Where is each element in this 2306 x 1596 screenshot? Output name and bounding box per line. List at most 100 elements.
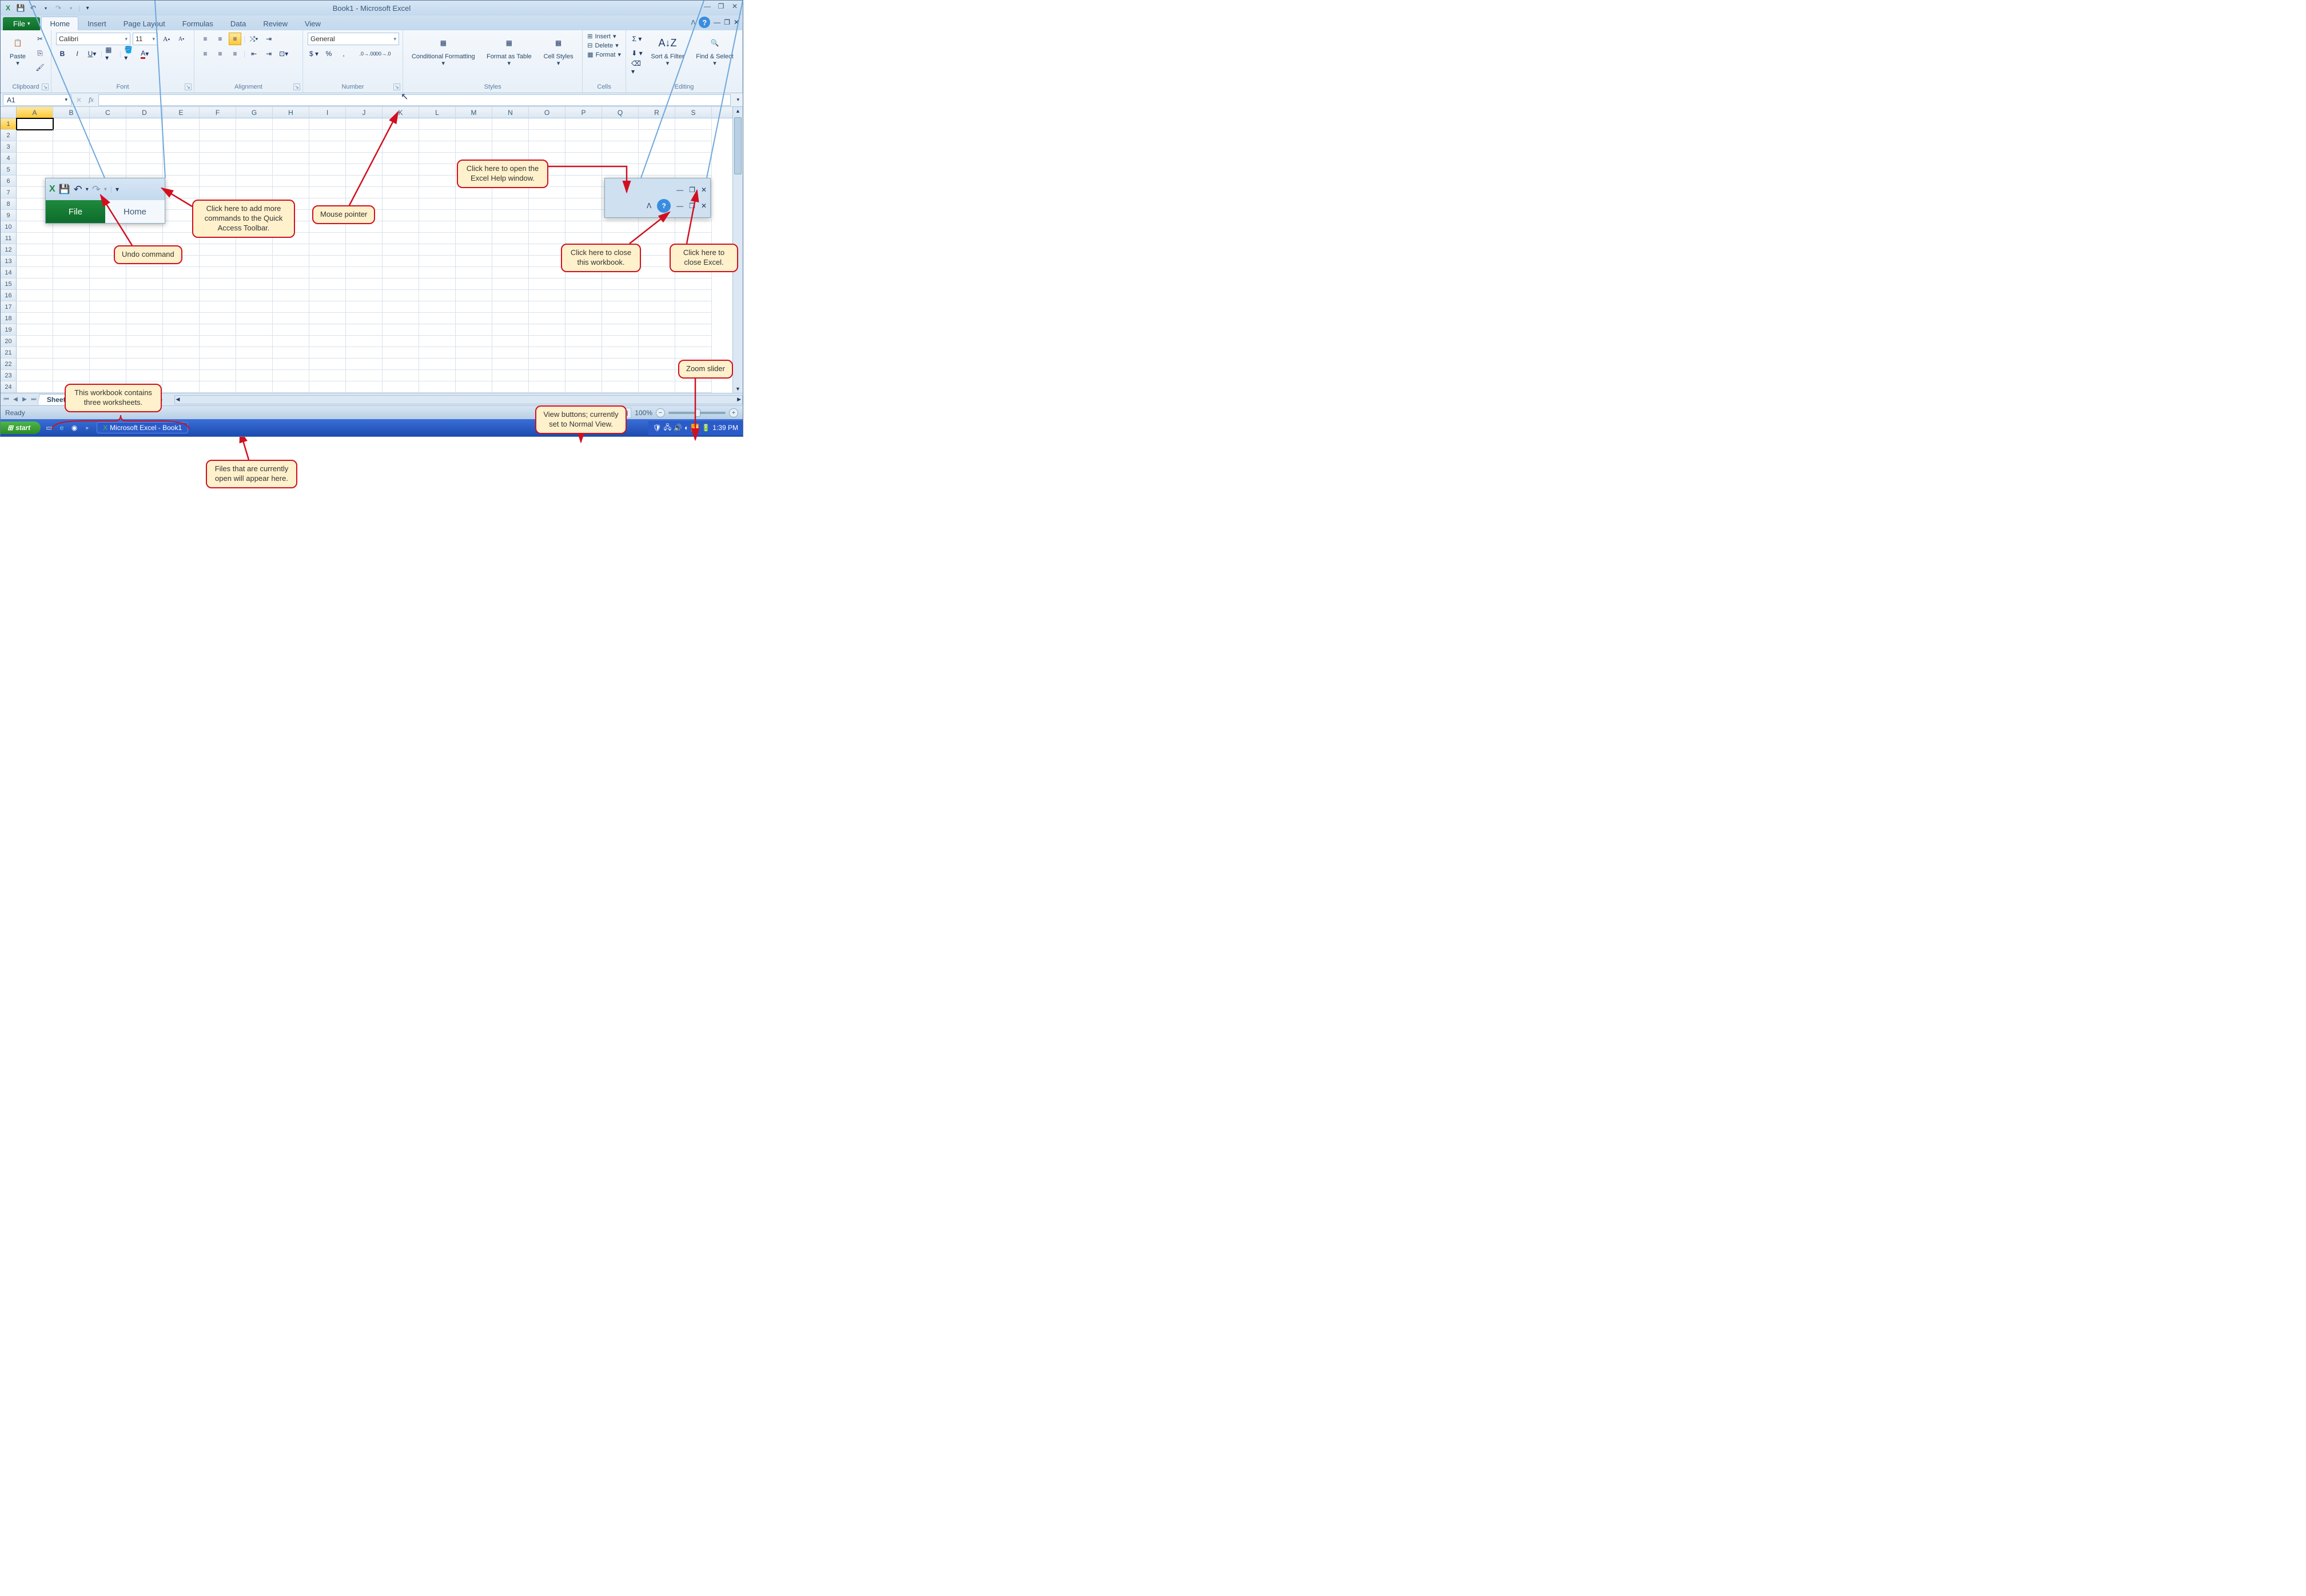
- cell-N11[interactable]: [492, 233, 529, 244]
- cell-I24[interactable]: [309, 381, 346, 393]
- chrome-icon[interactable]: ◉: [69, 423, 79, 433]
- cell-A18[interactable]: [17, 313, 53, 324]
- cell-O12[interactable]: [529, 244, 565, 256]
- row-header-14[interactable]: 14: [1, 267, 17, 278]
- cell-Q2[interactable]: [602, 130, 639, 141]
- row-header-8[interactable]: 8: [1, 198, 17, 210]
- cell-S16[interactable]: [675, 290, 712, 301]
- column-header-G[interactable]: G: [236, 107, 273, 118]
- cell-C17[interactable]: [90, 301, 126, 313]
- cell-M21[interactable]: [456, 347, 492, 359]
- cell-G17[interactable]: [236, 301, 273, 313]
- cell-O16[interactable]: [529, 290, 565, 301]
- cell-G2[interactable]: [236, 130, 273, 141]
- column-header-Q[interactable]: Q: [602, 107, 639, 118]
- decrease-indent-icon[interactable]: ⇤: [248, 47, 260, 60]
- cell-H17[interactable]: [273, 301, 309, 313]
- cell-D23[interactable]: [126, 370, 163, 381]
- cell-M24[interactable]: [456, 381, 492, 393]
- cell-D22[interactable]: [126, 359, 163, 370]
- last-sheet-icon[interactable]: ⏭: [29, 396, 38, 403]
- row-header-5[interactable]: 5: [1, 164, 17, 176]
- cell-P23[interactable]: [565, 370, 602, 381]
- cell-E1[interactable]: [163, 118, 200, 130]
- cell-H3[interactable]: [273, 141, 309, 153]
- column-header-E[interactable]: E: [163, 107, 200, 118]
- cell-N21[interactable]: [492, 347, 529, 359]
- row-header-18[interactable]: 18: [1, 313, 17, 324]
- cell-G19[interactable]: [236, 324, 273, 336]
- cell-S19[interactable]: [675, 324, 712, 336]
- cell-M8[interactable]: [456, 198, 492, 210]
- scroll-down-icon[interactable]: ▼: [735, 386, 740, 392]
- cell-A19[interactable]: [17, 324, 53, 336]
- cell-N19[interactable]: [492, 324, 529, 336]
- cell-M22[interactable]: [456, 359, 492, 370]
- horizontal-scrollbar[interactable]: ◀ ▶: [174, 395, 743, 404]
- cell-A21[interactable]: [17, 347, 53, 359]
- align-middle-icon[interactable]: ≡: [214, 33, 226, 45]
- cell-L19[interactable]: [419, 324, 456, 336]
- cell-N23[interactable]: [492, 370, 529, 381]
- cell-G21[interactable]: [236, 347, 273, 359]
- cell-O8[interactable]: [529, 198, 565, 210]
- cell-P18[interactable]: [565, 313, 602, 324]
- cell-F17[interactable]: [200, 301, 236, 313]
- cell-J23[interactable]: [346, 370, 383, 381]
- cell-A13[interactable]: [17, 256, 53, 267]
- cell-K11[interactable]: [383, 233, 419, 244]
- cell-J3[interactable]: [346, 141, 383, 153]
- row-header-19[interactable]: 19: [1, 324, 17, 336]
- cell-R15[interactable]: [639, 278, 675, 290]
- cell-P4[interactable]: [565, 153, 602, 164]
- column-header-M[interactable]: M: [456, 107, 492, 118]
- cell-N12[interactable]: [492, 244, 529, 256]
- align-left-icon[interactable]: ≡: [199, 47, 212, 60]
- cell-S2[interactable]: [675, 130, 712, 141]
- cell-S24[interactable]: [675, 381, 712, 393]
- cell-B22[interactable]: [53, 359, 90, 370]
- cell-B15[interactable]: [53, 278, 90, 290]
- cell-P22[interactable]: [565, 359, 602, 370]
- cell-Q15[interactable]: [602, 278, 639, 290]
- row-header-13[interactable]: 13: [1, 256, 17, 267]
- cell-L14[interactable]: [419, 267, 456, 278]
- cell-P5[interactable]: [565, 164, 602, 176]
- cell-N14[interactable]: [492, 267, 529, 278]
- row-header-9[interactable]: 9: [1, 210, 17, 221]
- cell-K10[interactable]: [383, 221, 419, 233]
- cell-C22[interactable]: [90, 359, 126, 370]
- italic-icon[interactable]: I: [71, 47, 83, 60]
- cell-O23[interactable]: [529, 370, 565, 381]
- cell-F15[interactable]: [200, 278, 236, 290]
- cell-Q24[interactable]: [602, 381, 639, 393]
- cell-A4[interactable]: [17, 153, 53, 164]
- cell-B4[interactable]: [53, 153, 90, 164]
- cell-I16[interactable]: [309, 290, 346, 301]
- cell-I13[interactable]: [309, 256, 346, 267]
- cell-L4[interactable]: [419, 153, 456, 164]
- cell-F21[interactable]: [200, 347, 236, 359]
- increase-decimal-icon[interactable]: .0→.00: [361, 47, 374, 60]
- cell-C4[interactable]: [90, 153, 126, 164]
- cell-B17[interactable]: [53, 301, 90, 313]
- cell-G12[interactable]: [236, 244, 273, 256]
- cell-M15[interactable]: [456, 278, 492, 290]
- close-workbook-icon[interactable]: ✕: [734, 18, 739, 26]
- font-dialog-icon[interactable]: ↘: [185, 83, 192, 90]
- cell-J16[interactable]: [346, 290, 383, 301]
- cell-Q11[interactable]: [602, 233, 639, 244]
- scroll-up-icon[interactable]: ▲: [735, 108, 740, 114]
- file-tab[interactable]: File: [3, 17, 40, 30]
- cell-K7[interactable]: [383, 187, 419, 198]
- cell-C2[interactable]: [90, 130, 126, 141]
- formula-input[interactable]: [98, 94, 731, 106]
- cell-A12[interactable]: [17, 244, 53, 256]
- cell-J12[interactable]: [346, 244, 383, 256]
- cell-I7[interactable]: [309, 187, 346, 198]
- cell-H12[interactable]: [273, 244, 309, 256]
- cell-R19[interactable]: [639, 324, 675, 336]
- cell-N10[interactable]: [492, 221, 529, 233]
- font-size-combo[interactable]: 11▾: [133, 33, 158, 45]
- cell-N2[interactable]: [492, 130, 529, 141]
